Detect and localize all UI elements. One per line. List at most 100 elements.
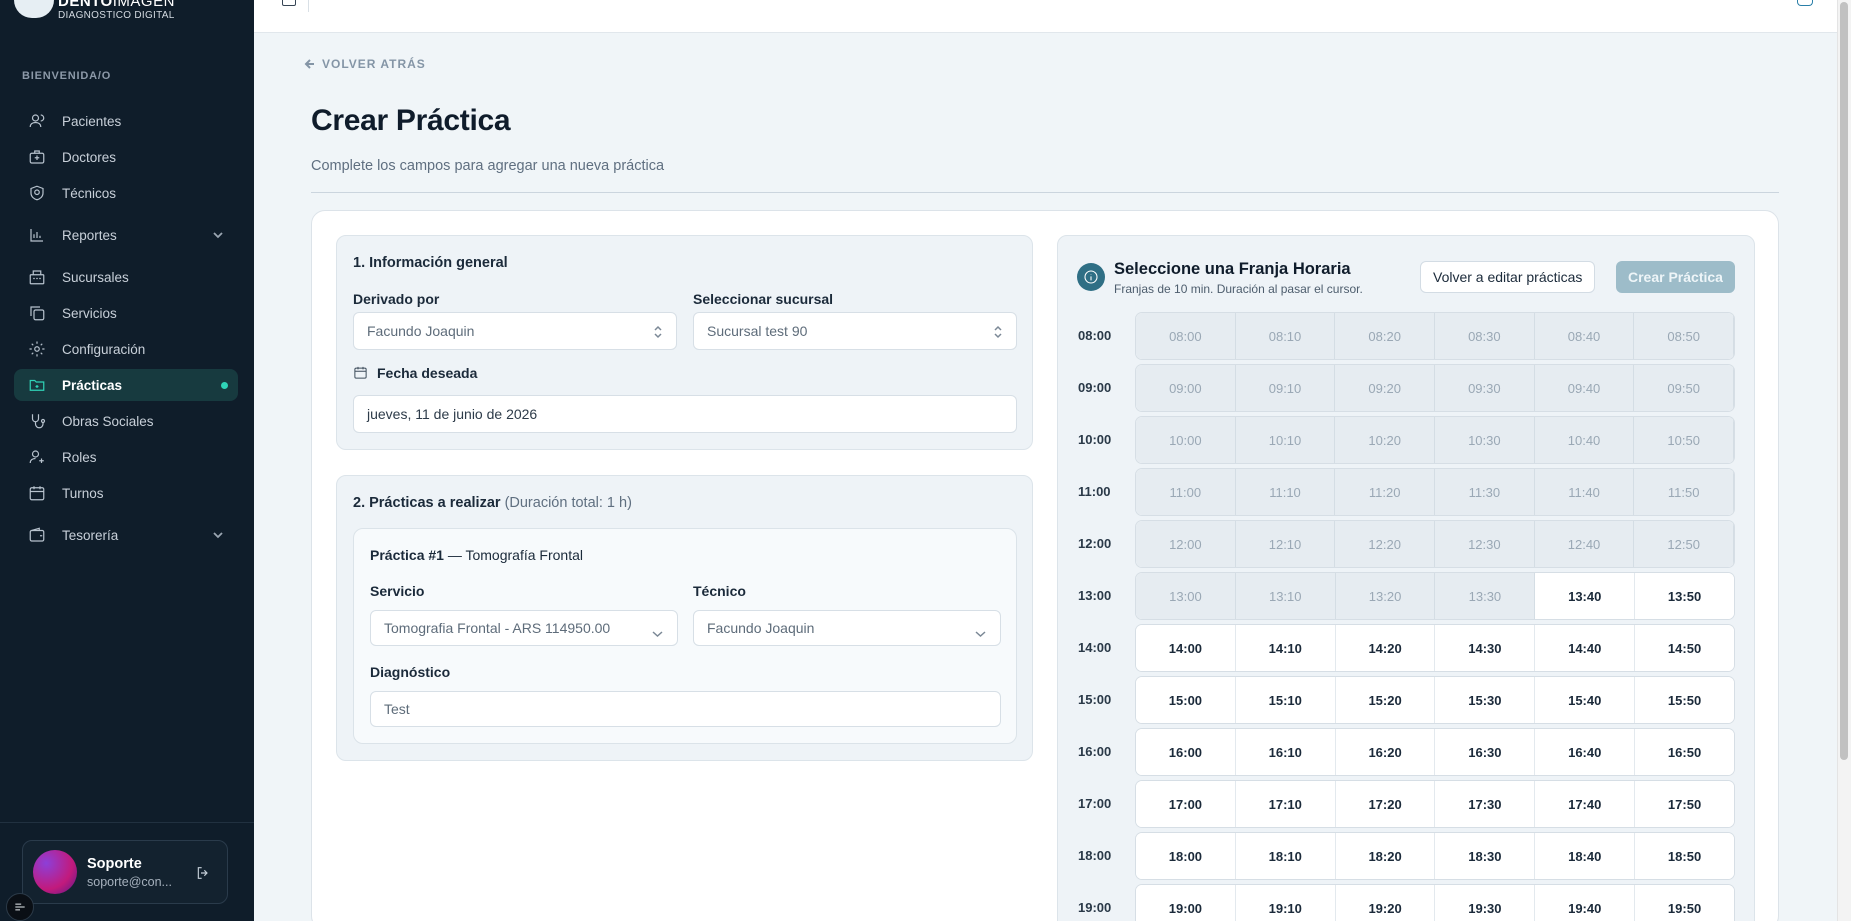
time-slot: 09:10 bbox=[1235, 365, 1336, 411]
time-slot[interactable]: 16:10 bbox=[1235, 729, 1336, 775]
sidebar-item-tesoreria[interactable]: Tesorería bbox=[14, 519, 238, 551]
page-scrollbar[interactable] bbox=[1837, 0, 1851, 921]
sucursal-select[interactable]: Sucursal test 90 bbox=[693, 312, 1017, 350]
derivado-select[interactable]: Facundo Joaquin bbox=[353, 312, 677, 350]
time-slot[interactable]: 13:50 bbox=[1635, 573, 1734, 619]
time-slot[interactable]: 16:20 bbox=[1335, 729, 1436, 775]
sidebar-item-servicios[interactable]: Servicios bbox=[14, 297, 238, 329]
user-email: soporte@con... bbox=[87, 874, 172, 889]
practicas-duration: (Duración total: 1 h) bbox=[504, 495, 632, 511]
medical-bag-icon bbox=[28, 148, 46, 166]
time-slot[interactable]: 14:30 bbox=[1435, 625, 1536, 671]
sidebar-item-pacientes[interactable]: Pacientes bbox=[14, 105, 238, 137]
create-practice-button[interactable]: Crear Práctica bbox=[1616, 261, 1735, 293]
dev-tools-icon[interactable] bbox=[6, 893, 34, 921]
sidebar-item-obras-sociales[interactable]: Obras Sociales bbox=[14, 405, 238, 437]
sidebar-item-label: Configuración bbox=[62, 341, 146, 357]
sidebar-item-label: Sucursales bbox=[62, 269, 129, 285]
sidebar-item-roles[interactable]: Roles bbox=[14, 441, 238, 473]
hour-label: 10:00 bbox=[1078, 432, 1112, 447]
time-slot[interactable]: 14:20 bbox=[1335, 625, 1436, 671]
time-slot[interactable]: 15:50 bbox=[1635, 677, 1734, 723]
time-slot[interactable]: 17:10 bbox=[1235, 781, 1336, 827]
time-slot[interactable]: 17:40 bbox=[1535, 781, 1636, 827]
calendar-icon bbox=[28, 484, 46, 502]
time-slot[interactable]: 16:40 bbox=[1535, 729, 1636, 775]
logout-icon[interactable] bbox=[195, 865, 211, 881]
sidebar-item-turnos[interactable]: Turnos bbox=[14, 477, 238, 509]
schedule-subtitle: Franjas de 10 min. Duración al pasar el … bbox=[1114, 282, 1363, 296]
time-slot: 13:20 bbox=[1335, 573, 1436, 619]
page-subtitle: Complete los campos para agregar una nue… bbox=[311, 158, 665, 174]
time-slot[interactable]: 14:50 bbox=[1635, 625, 1734, 671]
time-slot: 12:30 bbox=[1435, 521, 1535, 567]
slot-group: 13:00 13:10 13:20 13:30 13:40 13:50 bbox=[1135, 572, 1735, 620]
time-slot[interactable]: 18:30 bbox=[1435, 833, 1536, 879]
hour-label: 13:00 bbox=[1078, 588, 1112, 603]
time-slot: 11:50 bbox=[1634, 469, 1734, 515]
sidebar-item-sucursales[interactable]: Sucursales bbox=[14, 261, 238, 293]
notification-icon[interactable] bbox=[1797, 0, 1813, 6]
schedule-title: Seleccione una Franja Horaria bbox=[1114, 260, 1351, 278]
time-slot[interactable]: 14:10 bbox=[1235, 625, 1336, 671]
time-slot[interactable]: 14:40 bbox=[1535, 625, 1636, 671]
brand-subtitle: DIAGNOSTICO DIGITAL bbox=[58, 10, 175, 21]
time-slot[interactable]: 17:30 bbox=[1435, 781, 1536, 827]
time-slot[interactable]: 18:50 bbox=[1635, 833, 1734, 879]
sidebar-item-tecnicos[interactable]: Técnicos bbox=[14, 177, 238, 209]
time-slot[interactable]: 19:30 bbox=[1435, 885, 1536, 921]
hour-label: 08:00 bbox=[1078, 328, 1112, 343]
slot-group: 18:00 18:10 18:20 18:30 18:40 18:50 bbox=[1135, 832, 1735, 880]
time-slot[interactable]: 15:00 bbox=[1136, 677, 1236, 723]
servicio-select[interactable]: Tomografia Frontal - ARS 114950.00 bbox=[370, 610, 678, 646]
fecha-value: jueves, 11 de junio de 2026 bbox=[367, 406, 538, 422]
hour-row: 14:00 14:00 14:10 14:20 14:30 14:40 14:50 bbox=[1058, 624, 1756, 672]
time-slot[interactable]: 19:40 bbox=[1535, 885, 1636, 921]
bar-chart-icon bbox=[28, 226, 46, 244]
hour-label: 11:00 bbox=[1078, 484, 1111, 499]
time-slot[interactable]: 18:00 bbox=[1136, 833, 1236, 879]
tecnico-select[interactable]: Facundo Joaquin bbox=[693, 610, 1001, 646]
sidebar-item-doctores[interactable]: Doctores bbox=[14, 141, 238, 173]
time-slot[interactable]: 18:10 bbox=[1235, 833, 1336, 879]
sidebar-item-label: Roles bbox=[62, 449, 97, 465]
sidebar-item-reportes[interactable]: Reportes bbox=[14, 219, 238, 251]
chevron-down-icon bbox=[212, 529, 224, 541]
time-slot[interactable]: 19:50 bbox=[1635, 885, 1734, 921]
time-slot[interactable]: 16:30 bbox=[1435, 729, 1536, 775]
sidebar-item-configuracion[interactable]: Configuración bbox=[14, 333, 238, 365]
time-slot[interactable]: 15:30 bbox=[1435, 677, 1536, 723]
time-slot[interactable]: 15:40 bbox=[1535, 677, 1636, 723]
time-slot[interactable]: 15:10 bbox=[1235, 677, 1336, 723]
hour-label: 15:00 bbox=[1078, 692, 1112, 707]
time-slot[interactable]: 15:20 bbox=[1335, 677, 1436, 723]
sidebar-toggle-icon[interactable] bbox=[282, 0, 296, 6]
time-slot[interactable]: 19:20 bbox=[1335, 885, 1436, 921]
chevron-down-icon bbox=[975, 625, 986, 638]
time-slot[interactable]: 18:20 bbox=[1335, 833, 1436, 879]
user-card[interactable]: Soporte soporte@con... bbox=[22, 840, 228, 904]
time-slot[interactable]: 17:00 bbox=[1136, 781, 1236, 827]
time-slot: 12:50 bbox=[1634, 521, 1734, 567]
time-slot[interactable]: 18:40 bbox=[1535, 833, 1636, 879]
sidebar-item-practicas[interactable]: Prácticas bbox=[14, 369, 238, 401]
back-link[interactable]: VOLVER ATRÁS bbox=[303, 57, 426, 71]
chevron-down-icon bbox=[652, 625, 663, 638]
time-slot[interactable]: 17:20 bbox=[1335, 781, 1436, 827]
time-slot[interactable]: 16:50 bbox=[1635, 729, 1734, 775]
sidebar-section-label: BIENVENIDA/O bbox=[22, 70, 112, 82]
scrollbar-thumb[interactable] bbox=[1840, 2, 1848, 760]
edit-practices-button[interactable]: Volver a editar prácticas bbox=[1420, 261, 1596, 293]
time-slot[interactable]: 16:00 bbox=[1136, 729, 1236, 775]
time-slot[interactable]: 13:40 bbox=[1535, 573, 1636, 619]
sidebar-item-label: Obras Sociales bbox=[62, 413, 154, 429]
fecha-input[interactable]: jueves, 11 de junio de 2026 bbox=[353, 395, 1017, 433]
time-slot: 08:50 bbox=[1634, 313, 1734, 359]
time-slot[interactable]: 17:50 bbox=[1635, 781, 1734, 827]
time-slot[interactable]: 14:00 bbox=[1136, 625, 1236, 671]
time-slot[interactable]: 19:00 bbox=[1136, 885, 1236, 921]
sidebar-item-label: Técnicos bbox=[62, 185, 117, 201]
diagnostico-input[interactable]: Test bbox=[370, 691, 1001, 727]
time-slot[interactable]: 19:10 bbox=[1235, 885, 1336, 921]
brand[interactable]: DENTOIMAGEN DIAGNOSTICO DIGITAL bbox=[0, 0, 175, 24]
